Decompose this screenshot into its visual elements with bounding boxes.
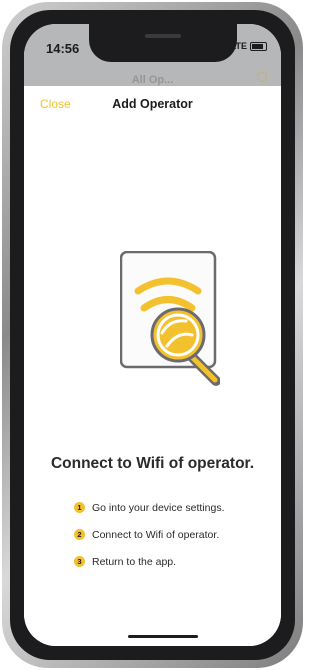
status-bar: 14:56 LTE All Op... <box>24 24 281 86</box>
home-indicator[interactable] <box>128 635 198 638</box>
signal-icon <box>216 41 228 51</box>
step-text: Connect to Wifi of operator. <box>92 528 220 541</box>
status-time: 14:56 <box>46 41 80 56</box>
list-item: 2 Connect to Wifi of operator. <box>74 521 225 548</box>
battery-icon <box>250 41 267 51</box>
notch <box>89 24 237 62</box>
speaker <box>145 34 181 38</box>
step-number: 1 <box>74 502 85 513</box>
step-text: Go into your device settings. <box>92 501 225 514</box>
phone-frame: 14:56 LTE All Op... Close Add Operator C… <box>2 2 303 668</box>
status-indicators: LTE <box>216 41 267 51</box>
list-item: 3 Return to the app. <box>74 548 225 575</box>
step-text: Return to the app. <box>92 555 177 568</box>
instruction-steps: 1 Go into your device settings. 2 Connec… <box>74 494 225 575</box>
wifi-search-icon <box>119 250 221 401</box>
step-number: 2 <box>74 529 85 540</box>
phone-bezel: 14:56 LTE All Op... Close Add Operator C… <box>10 10 295 660</box>
network-type: LTE <box>230 41 247 51</box>
background-search-icon <box>257 72 267 82</box>
sheet-title: Add Operator <box>112 97 193 111</box>
instruction-heading: Connect to Wifi of operator. <box>50 455 255 472</box>
background-page-title: All Op... <box>131 74 174 86</box>
list-item: 1 Go into your device settings. <box>74 494 225 521</box>
phone-screen: 14:56 LTE All Op... Close Add Operator C… <box>24 24 281 646</box>
step-number: 3 <box>74 556 85 567</box>
add-operator-sheet: Close Add Operator Connect to Wifi of op… <box>24 86 281 646</box>
